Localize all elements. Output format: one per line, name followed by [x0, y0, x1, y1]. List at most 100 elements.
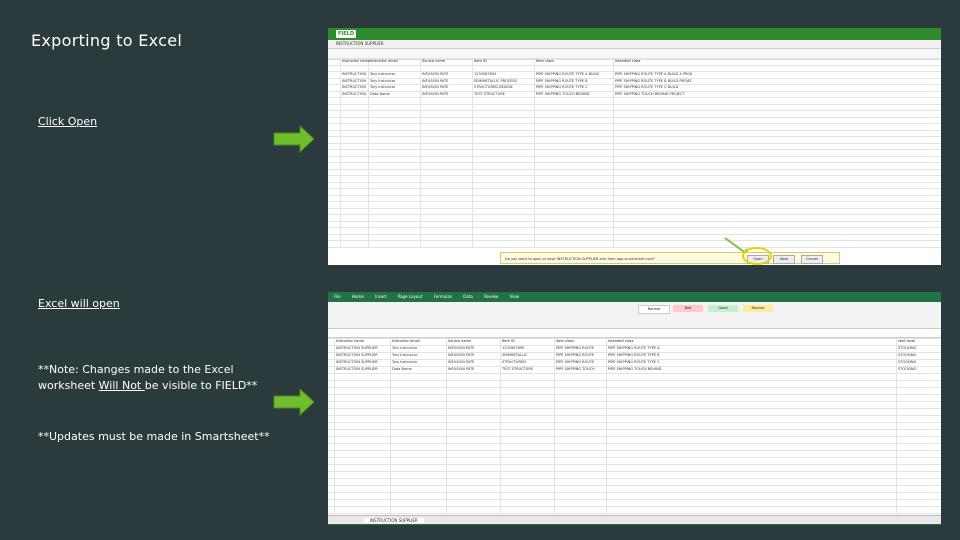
grid-row-line: [328, 506, 941, 507]
table-cell[interactable]: PIPE SHIPPING ROUTE TYPE C: [536, 85, 612, 89]
table-cell[interactable]: PIPE SHIPPING ROUTE: [556, 346, 605, 350]
style-good[interactable]: Good: [708, 305, 738, 312]
excel-status-bar: [328, 524, 941, 525]
tab-home[interactable]: Home: [342, 294, 364, 299]
tab-page-layout[interactable]: Page Layout: [388, 294, 423, 299]
grid-row-line: [328, 450, 941, 451]
grid-row-line: [328, 408, 941, 409]
table-cell[interactable]: PIPE SHIPPING ROUTE TYPE A BUILD: [536, 72, 612, 76]
column-header[interactable]: Item ID: [502, 339, 515, 343]
grid-column-line: [334, 338, 335, 514]
grid-row-line: [328, 443, 941, 444]
sheet-tab-instruction-supplier[interactable]: INSTRUCTION SUPPLIER: [364, 518, 424, 523]
column-header[interactable]: Intended class: [608, 339, 633, 343]
table-cell[interactable]: INSTRUCTION SUPPLIER: [336, 360, 389, 364]
table-cell[interactable]: Tory Instructor: [392, 360, 445, 364]
table-cell[interactable]: STOCKING: [898, 367, 941, 371]
grid-row-line: [328, 464, 941, 465]
note-changes: **Note: Changes made to the Excel worksh…: [38, 362, 288, 394]
tab-view[interactable]: View: [500, 294, 520, 299]
grid-row-line: [328, 394, 941, 395]
column-header[interactable]: Item class: [556, 339, 574, 343]
table-cell[interactable]: PIPE SHIPPING TOUCH BEHIND: [608, 367, 895, 371]
table-cell[interactable]: INSTRUCTION SUPPLIER: [336, 346, 389, 350]
style-normal[interactable]: Normal: [638, 305, 670, 314]
table-cell[interactable]: PIPE SHIPPING ROUTE TYPE B: [536, 79, 612, 83]
grid-row-line: [328, 471, 941, 472]
table-cell[interactable]: STRUCTURED DESIGN: [474, 85, 533, 89]
smartsheet-grid: Instructor name Instructor email Source na…: [328, 58, 941, 248]
table-cell[interactable]: Tory Instructor: [392, 353, 445, 357]
save-button[interactable]: Save: [773, 255, 795, 264]
style-bad[interactable]: Bad: [673, 305, 703, 312]
table-cell[interactable]: PIPE SHIPPING ROUTE TYPE A: [608, 346, 895, 350]
column-header[interactable]: sent level: [898, 339, 915, 343]
table-cell[interactable]: 1234567890: [474, 72, 533, 76]
table-cell[interactable]: INSTRUCTION SUPPLIER: [342, 72, 367, 76]
column-header[interactable]: Item class: [536, 59, 554, 63]
table-cell[interactable]: INFUSION PATE: [448, 360, 499, 364]
table-cell[interactable]: Tory Instructor: [370, 85, 419, 89]
tab-insert[interactable]: Insert: [365, 294, 386, 299]
table-cell[interactable]: INSTRUCTION SUPPLIER: [342, 85, 367, 89]
table-cell[interactable]: INFUSION PATE: [448, 353, 499, 357]
smartsheet-topbar: FIELD: [328, 28, 941, 40]
table-cell[interactable]: INSTRUCTION SUPPLIER: [342, 92, 367, 96]
grid-column-line: [390, 338, 391, 514]
table-cell[interactable]: PIPE SHIPPING TOUCH BEHIND: [536, 92, 612, 96]
table-cell[interactable]: 1234567890: [502, 346, 553, 350]
table-cell[interactable]: STOCKING: [898, 353, 941, 357]
table-cell[interactable]: TEST STRUCTURE: [502, 367, 553, 371]
table-cell[interactable]: PIPE SHIPPING ROUTE TYPE A BUILD A PROJE…: [615, 72, 692, 76]
table-cell[interactable]: PIPE SHIPPING ROUTE TYPE C: [608, 360, 895, 364]
table-cell[interactable]: Tory Instructor: [370, 72, 419, 76]
table-cell[interactable]: Tory Instructor: [392, 346, 445, 350]
table-cell[interactable]: INFUSION PATE: [448, 346, 499, 350]
table-cell[interactable]: INFUSION PATE: [422, 92, 471, 96]
open-highlight: [742, 247, 772, 265]
table-cell[interactable]: STOCKING: [898, 360, 941, 364]
column-header[interactable]: Instructor email: [392, 339, 420, 343]
table-cell[interactable]: INSTRUCTION SUPPLIER: [342, 79, 367, 83]
table-cell[interactable]: INSTRUCTION SUPPLIER: [336, 353, 389, 357]
grid-row-line: [328, 429, 941, 430]
column-header[interactable]: Source name: [422, 59, 445, 63]
table-cell[interactable]: STOCKING: [898, 346, 941, 350]
table-cell[interactable]: INFUSION PATE: [422, 72, 471, 76]
table-cell[interactable]: Data Name: [370, 92, 419, 96]
style-neutral[interactable]: Neutral: [743, 305, 773, 312]
table-cell[interactable]: STRUCTURED: [502, 360, 553, 364]
tab-file[interactable]: File: [328, 294, 341, 299]
table-cell[interactable]: PIPE SHIPPING ROUTE: [556, 360, 605, 364]
column-header[interactable]: Source name: [448, 339, 471, 343]
table-cell[interactable]: TEST STRUCTURE: [474, 92, 533, 96]
column-header[interactable]: Instructor name: [342, 59, 370, 63]
table-cell[interactable]: Data Name: [392, 367, 445, 371]
tab-review[interactable]: Review: [474, 294, 498, 299]
table-cell[interactable]: SEMIMETALLIC PROCESS: [474, 79, 533, 83]
column-header[interactable]: Instructor name: [336, 339, 364, 343]
grid-row-line: [328, 457, 941, 458]
table-cell[interactable]: INFUSION PATE: [422, 85, 471, 89]
formula-bar[interactable]: [328, 329, 941, 338]
table-cell[interactable]: INFUSION PATE: [422, 79, 471, 83]
excel-ribbon-tabs: File Home Insert Page Layout Formulas Da…: [328, 292, 941, 302]
tab-data[interactable]: Data: [453, 294, 473, 299]
column-header[interactable]: Instructor email: [370, 59, 398, 63]
column-header[interactable]: Intended class: [615, 59, 640, 63]
table-cell[interactable]: PIPE SHIPPING TOUCH BEHIND PROJECT: [615, 92, 692, 96]
table-cell[interactable]: PIPE SHIPPING TOUCH: [556, 367, 605, 371]
cancel-button[interactable]: Cancel: [801, 255, 823, 264]
table-cell[interactable]: PIPE SHIPPING ROUTE TYPE B BUILD PROJECT: [615, 79, 692, 83]
table-cell[interactable]: INFUSION PATE: [448, 367, 499, 371]
table-cell[interactable]: PIPE SHIPPING ROUTE: [556, 353, 605, 357]
grid-column-line: [472, 58, 473, 248]
table-cell[interactable]: PIPE SHIPPING ROUTE TYPE B: [608, 353, 895, 357]
table-cell[interactable]: Tory Instructor: [370, 79, 419, 83]
table-cell[interactable]: INSTRUCTION SUPPLIER: [336, 367, 389, 371]
grid-row-line: [328, 415, 941, 416]
table-cell[interactable]: PIPE SHIPPING ROUTE TYPE C BUILD: [615, 85, 692, 89]
table-cell[interactable]: SEMIMETALLIC: [502, 353, 553, 357]
column-header[interactable]: Item ID: [474, 59, 487, 63]
tab-formulas[interactable]: Formulas: [424, 294, 452, 299]
